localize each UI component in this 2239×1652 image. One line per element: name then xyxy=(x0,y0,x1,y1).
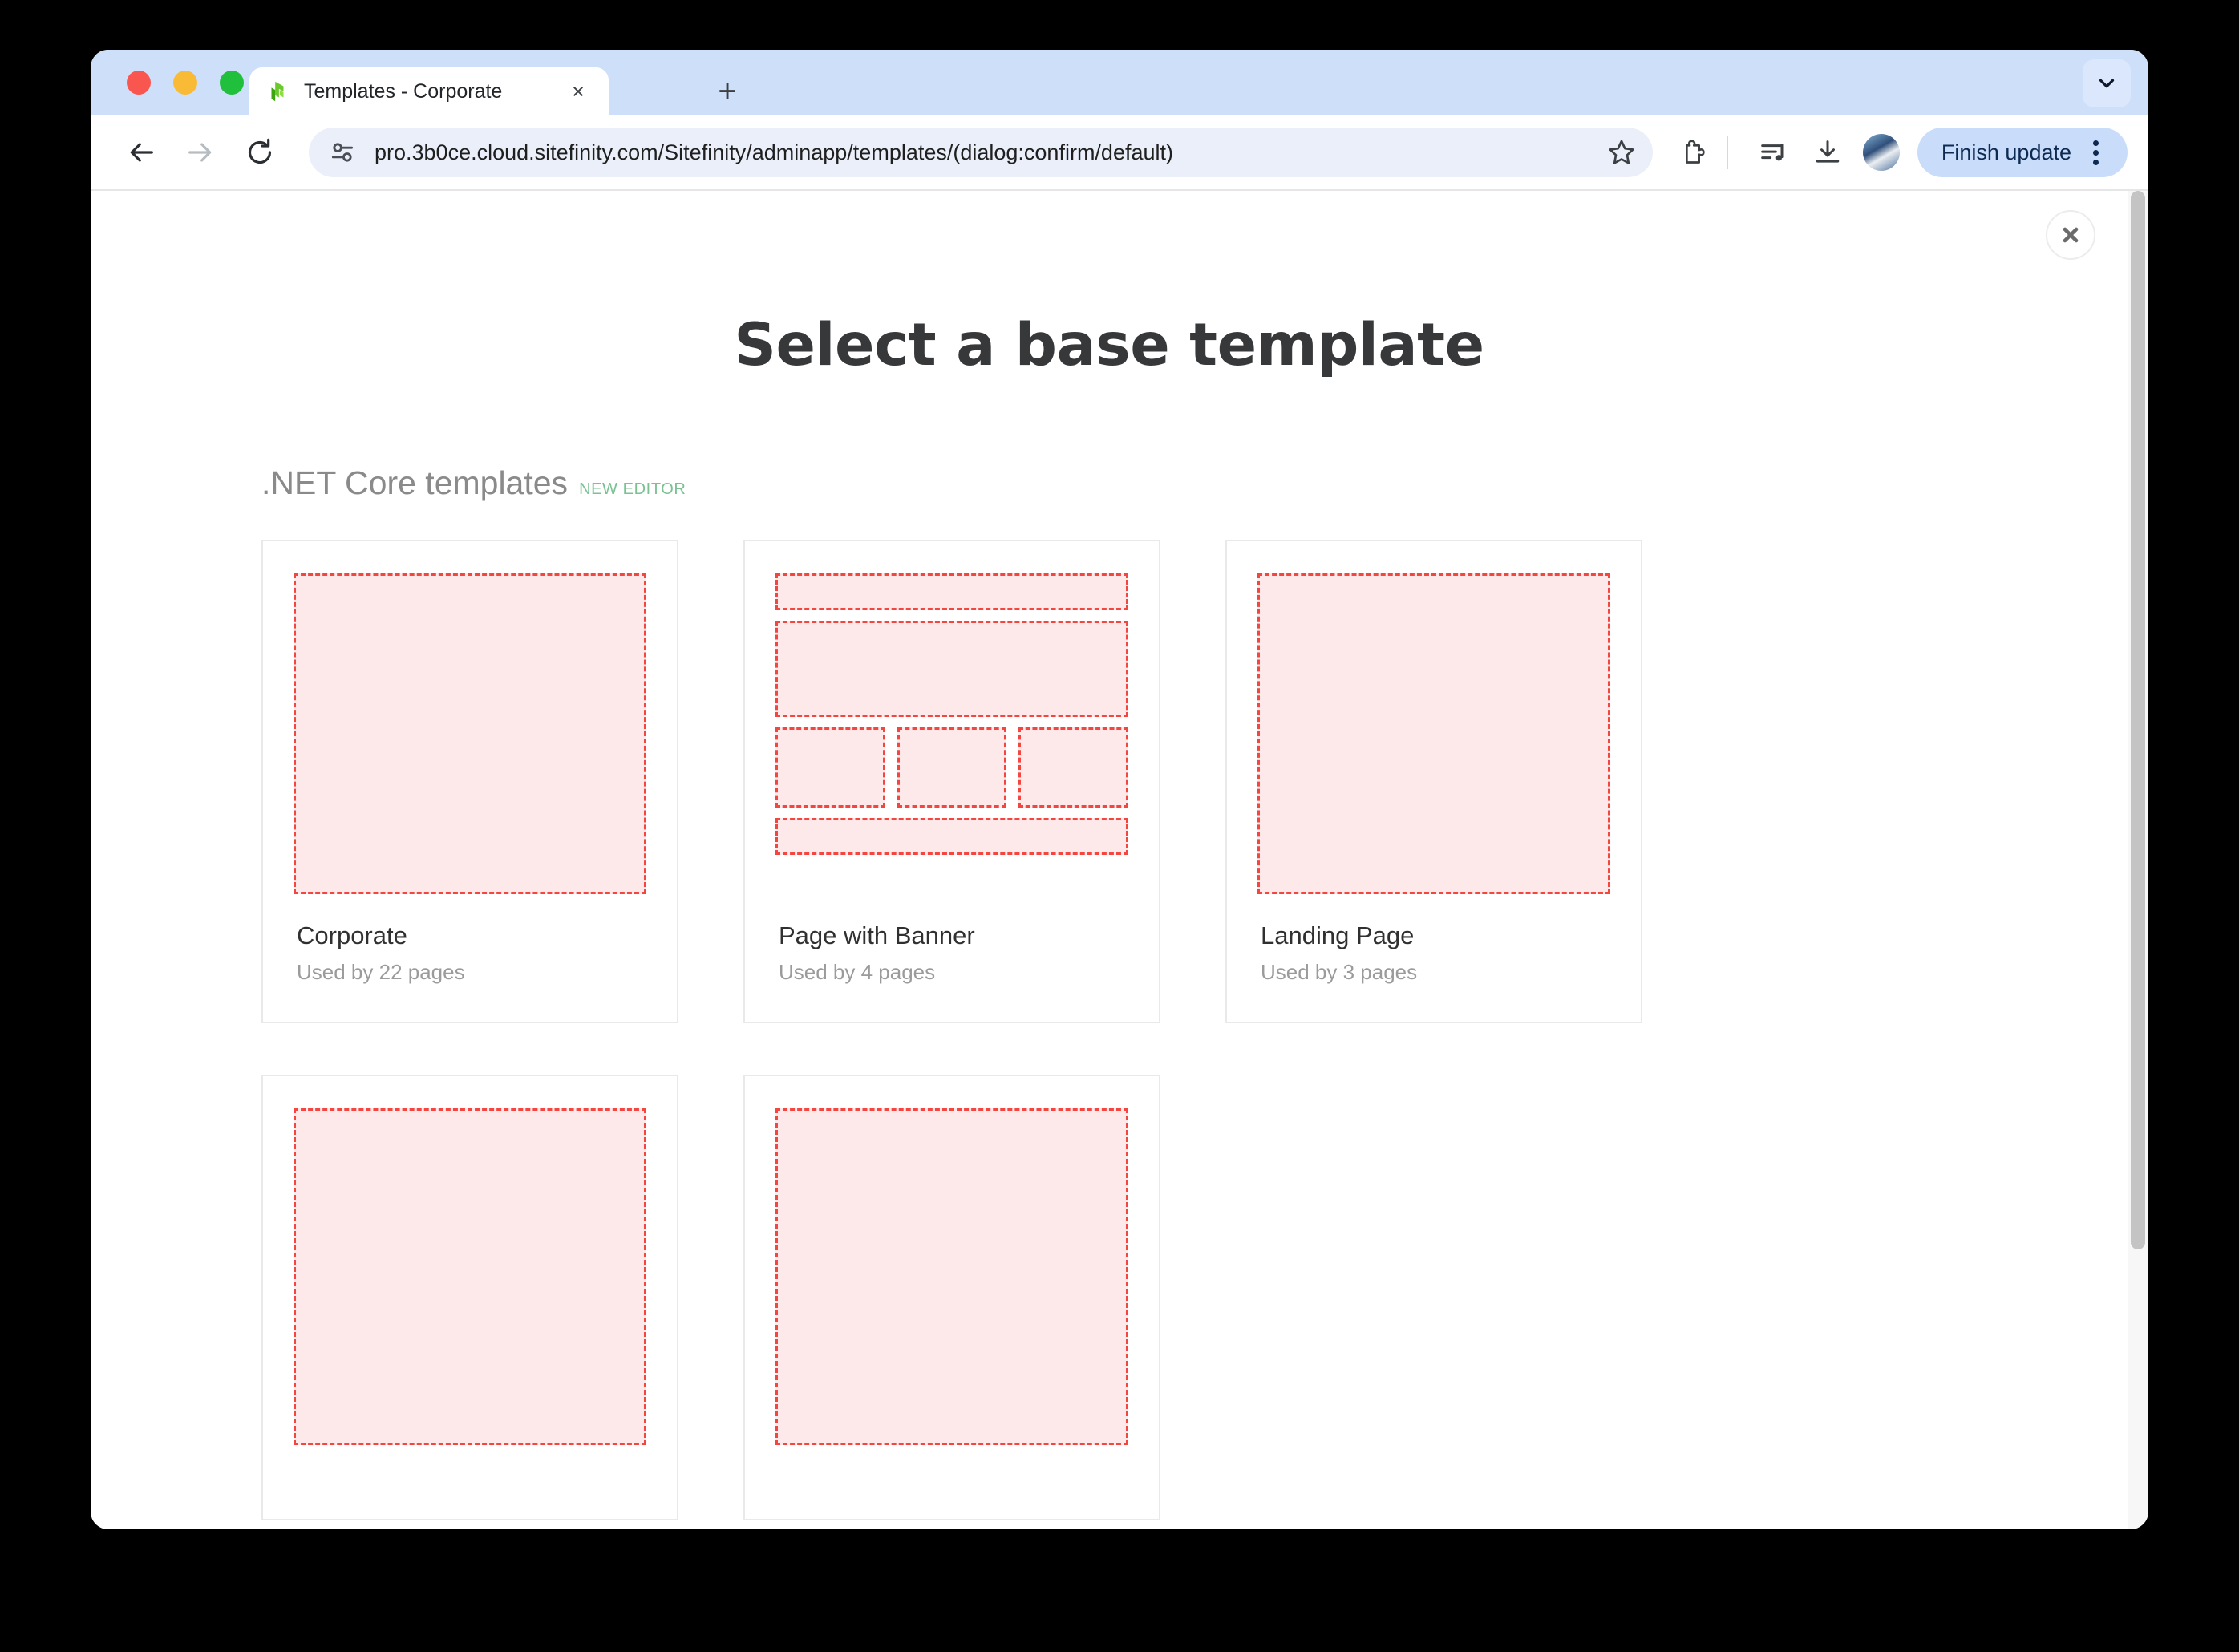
media-control-button[interactable] xyxy=(1752,132,1794,173)
forward-arrow-icon xyxy=(188,143,212,162)
reload-button[interactable] xyxy=(237,129,283,176)
kebab-dot xyxy=(2092,159,2099,165)
chevron-down-icon xyxy=(2099,79,2115,88)
back-arrow-icon xyxy=(130,143,153,162)
close-window-button[interactable] xyxy=(127,71,151,95)
extensions-button[interactable] xyxy=(1674,132,1715,173)
preview-region xyxy=(775,818,1128,855)
template-card-body: Page with Banner Used by 4 pages xyxy=(775,894,1128,1022)
template-card[interactable] xyxy=(743,1075,1160,1520)
template-preview xyxy=(775,573,1129,894)
url-text: pro.3b0ce.cloud.sitefinity.com/Sitefinit… xyxy=(375,140,1173,164)
template-card-body: Landing Page Used by 3 pages xyxy=(1257,894,1610,1022)
browser-window: Templates - Corporate × + pro.3b0ce.clou… xyxy=(91,50,2148,1529)
template-card-body: Corporate Used by 22 pages xyxy=(294,894,646,1022)
star-icon xyxy=(1609,140,1634,164)
bookmark-button[interactable] xyxy=(1603,134,1640,171)
kebab-dot xyxy=(2092,140,2099,146)
template-preview xyxy=(294,573,646,894)
preview-region xyxy=(897,727,1007,808)
tab-strip: Templates - Corporate × + xyxy=(91,50,2148,115)
template-usage: Used by 4 pages xyxy=(779,960,936,984)
profile-avatar[interactable] xyxy=(1862,134,1900,171)
template-preview xyxy=(775,1108,1128,1445)
close-icon xyxy=(2063,227,2079,243)
forward-button[interactable] xyxy=(177,129,224,176)
page-title: Select a base template xyxy=(734,311,1484,379)
template-preview xyxy=(294,1108,646,1445)
preview-region xyxy=(775,727,885,808)
tab-list-button[interactable] xyxy=(2083,59,2131,107)
back-button[interactable] xyxy=(118,129,164,176)
template-name: Corporate xyxy=(297,921,407,949)
preview-region xyxy=(294,573,646,894)
template-name: Page with Banner xyxy=(779,921,975,949)
puzzle-piece-icon xyxy=(1685,140,1705,164)
templates-section: .NET Core templates NEW EDITOR Corporate… xyxy=(91,464,2128,1529)
new-editor-badge: NEW EDITOR xyxy=(579,480,686,498)
minimize-window-button[interactable] xyxy=(173,71,197,95)
toolbar-divider xyxy=(1726,136,1728,169)
finish-update-button[interactable]: Finish update xyxy=(1917,128,2128,177)
tab-close-button[interactable]: × xyxy=(564,77,593,106)
media-playlist-icon xyxy=(1761,144,1784,161)
close-dialog-button[interactable] xyxy=(2046,210,2095,260)
preview-layout xyxy=(775,573,1129,894)
template-card[interactable] xyxy=(261,1075,678,1520)
template-card-body xyxy=(294,1445,646,1519)
template-card[interactable]: Page with Banner Used by 4 pages xyxy=(743,540,1160,1023)
preview-region xyxy=(775,1108,1128,1445)
section-title: .NET Core templates xyxy=(261,464,569,501)
preview-region xyxy=(775,621,1128,717)
template-name: Landing Page xyxy=(1261,921,1415,949)
maximize-window-button[interactable] xyxy=(220,71,244,95)
browser-menu-button[interactable] xyxy=(2079,136,2111,168)
template-card[interactable]: Corporate Used by 22 pages xyxy=(261,540,678,1023)
tab-title: Templates - Corporate xyxy=(304,79,503,103)
browser-toolbar: pro.3b0ce.cloud.sitefinity.com/Sitefinit… xyxy=(91,115,2148,189)
template-usage: Used by 3 pages xyxy=(1261,960,1418,984)
template-card-grid: Corporate Used by 22 pages Page with Ban… xyxy=(261,540,2128,1529)
download-icon xyxy=(1816,140,1840,163)
preview-region xyxy=(775,573,1128,610)
template-card-body xyxy=(775,1445,1128,1519)
preview-region xyxy=(294,1108,646,1445)
window-controls xyxy=(127,71,244,95)
template-card[interactable]: Landing Page Used by 3 pages xyxy=(1225,540,1642,1023)
site-settings-icon[interactable] xyxy=(326,136,358,168)
finish-update-label: Finish update xyxy=(1941,140,2071,164)
address-bar[interactable]: pro.3b0ce.cloud.sitefinity.com/Sitefinit… xyxy=(309,128,1653,177)
page-scrollbar[interactable] xyxy=(2128,191,2148,1529)
preview-column-row xyxy=(775,727,1129,808)
browser-tab[interactable]: Templates - Corporate × xyxy=(249,67,609,115)
template-preview xyxy=(1257,573,1610,894)
section-header: .NET Core templates NEW EDITOR xyxy=(261,464,2128,502)
downloads-button[interactable] xyxy=(1807,132,1848,173)
sitefinity-logo-icon xyxy=(271,81,284,102)
new-tab-button[interactable]: + xyxy=(708,72,747,111)
template-picker-dialog: Select a base template .NET Core templat… xyxy=(91,191,2128,1529)
page-viewport: Select a base template .NET Core templat… xyxy=(91,191,2148,1529)
template-usage: Used by 22 pages xyxy=(297,960,465,984)
preview-region xyxy=(1257,573,1610,894)
kebab-dot xyxy=(2092,149,2099,156)
reload-icon xyxy=(248,138,272,164)
preview-region xyxy=(1018,727,1129,808)
scrollbar-thumb[interactable] xyxy=(2131,191,2145,1249)
